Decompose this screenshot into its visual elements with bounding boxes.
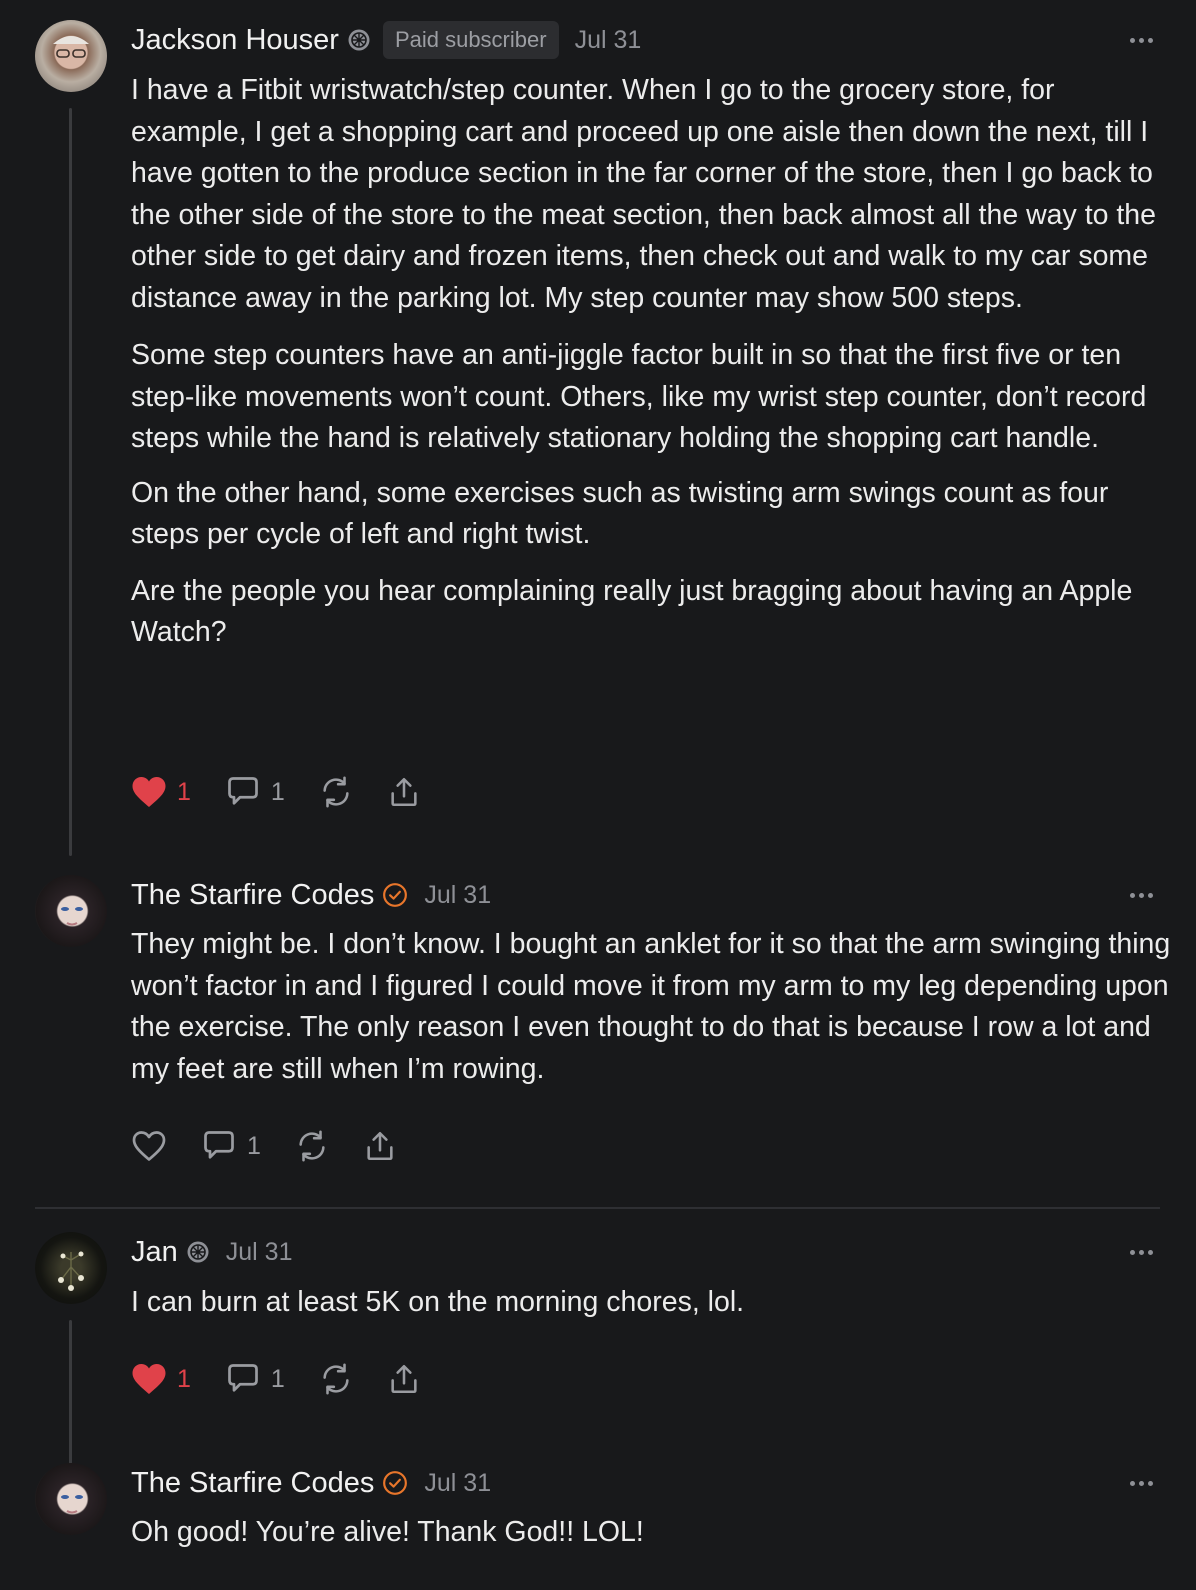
comment-bubble-icon <box>228 1364 258 1392</box>
share-button[interactable] <box>387 1362 421 1396</box>
paid-subscriber-badge: Paid subscriber <box>382 21 559 59</box>
avatar[interactable] <box>35 875 107 947</box>
comment-bubble-icon <box>204 1131 234 1159</box>
comment-body: They might be. I don’t know. I bought an… <box>131 924 1171 1103</box>
comment-header: The Starfire Codes Jul 31 <box>131 1463 491 1503</box>
reply-count: 1 <box>247 1131 261 1160</box>
comment-paragraph: I can burn at least 5K on the morning ch… <box>131 1286 745 1318</box>
like-count: 1 <box>177 777 191 806</box>
more-options-icon[interactable] <box>1130 1477 1160 1489</box>
author-name[interactable]: The Starfire Codes <box>131 879 374 912</box>
comment-header: The Starfire Codes Jul 31 <box>131 875 491 915</box>
comment-body: I have a Fitbit wristwatch/step counter.… <box>131 70 1171 667</box>
reply-count: 1 <box>270 1364 285 1393</box>
comment-paragraph: Oh good! You’re alive! Thank God!! LOL! <box>131 1516 644 1548</box>
reply-count: 1 <box>270 777 285 806</box>
restack-icon <box>323 1363 349 1395</box>
share-icon <box>391 777 417 807</box>
restack-button[interactable] <box>319 775 353 809</box>
restack-button[interactable] <box>295 1129 329 1163</box>
comment-body: I can burn at least 5K on the morning ch… <box>131 1282 1171 1337</box>
comment-paragraph: I have a Fitbit wristwatch/step counter.… <box>131 74 1156 314</box>
avatar[interactable] <box>35 1463 107 1535</box>
more-options-icon[interactable] <box>1130 34 1160 46</box>
like-button[interactable] <box>131 1129 167 1163</box>
avatar[interactable] <box>35 1232 107 1304</box>
comment-bubble-icon <box>228 777 258 805</box>
thread-line <box>69 108 72 856</box>
author-name[interactable]: Jan <box>131 1236 178 1269</box>
comment-paragraph: They might be. I don’t know. I bought an… <box>131 928 1171 1085</box>
comment-paragraph: On the other hand, some exercises such a… <box>131 476 1109 551</box>
comment-header: Jan Jul 31 <box>131 1232 292 1272</box>
share-icon <box>367 1131 393 1161</box>
comment-date[interactable]: Jul 31 <box>424 1469 491 1498</box>
verified-check-icon <box>382 1470 408 1496</box>
comment-actions: 1 1 <box>131 772 455 812</box>
reply-button[interactable]: 1 <box>225 1362 285 1396</box>
more-options-icon[interactable] <box>1130 889 1160 901</box>
comment-paragraph: Some step counters have an anti-jiggle f… <box>131 339 1147 454</box>
more-options-icon[interactable] <box>1130 1246 1160 1258</box>
share-button[interactable] <box>387 775 421 809</box>
heart-filled-icon <box>132 1364 166 1394</box>
heart-outline-icon <box>132 1131 166 1161</box>
comment-header: Jackson Houser Paid subscriber Jul 31 <box>131 20 641 60</box>
like-button[interactable]: 1 <box>131 1362 191 1396</box>
comment-actions: 1 1 <box>131 1359 455 1399</box>
comment-paragraph: Are the people you hear complaining real… <box>131 574 1133 649</box>
subscriber-badge-icon <box>347 28 371 52</box>
comment-actions: 1 <box>131 1126 431 1166</box>
thread-line <box>69 1320 72 1464</box>
comment-date[interactable]: Jul 31 <box>424 881 491 910</box>
comment-date[interactable]: Jul 31 <box>226 1238 293 1267</box>
author-name[interactable]: The Starfire Codes <box>131 1467 374 1500</box>
restack-icon <box>323 776 349 808</box>
avatar[interactable] <box>35 20 107 92</box>
thread-divider <box>35 1207 1160 1209</box>
heart-filled-icon <box>132 777 166 807</box>
like-count: 1 <box>177 1364 191 1393</box>
comment-body: Oh good! You’re alive! Thank God!! LOL! <box>131 1512 1171 1567</box>
like-button[interactable]: 1 <box>131 775 191 809</box>
share-icon <box>391 1364 417 1394</box>
author-name[interactable]: Jackson Houser <box>131 24 339 57</box>
comment-date[interactable]: Jul 31 <box>575 26 642 55</box>
subscriber-badge-icon <box>186 1240 210 1264</box>
verified-check-icon <box>382 882 408 908</box>
share-button[interactable] <box>363 1129 397 1163</box>
reply-button[interactable]: 1 <box>201 1129 261 1163</box>
reply-button[interactable]: 1 <box>225 775 285 809</box>
restack-icon <box>299 1130 325 1162</box>
restack-button[interactable] <box>319 1362 353 1396</box>
